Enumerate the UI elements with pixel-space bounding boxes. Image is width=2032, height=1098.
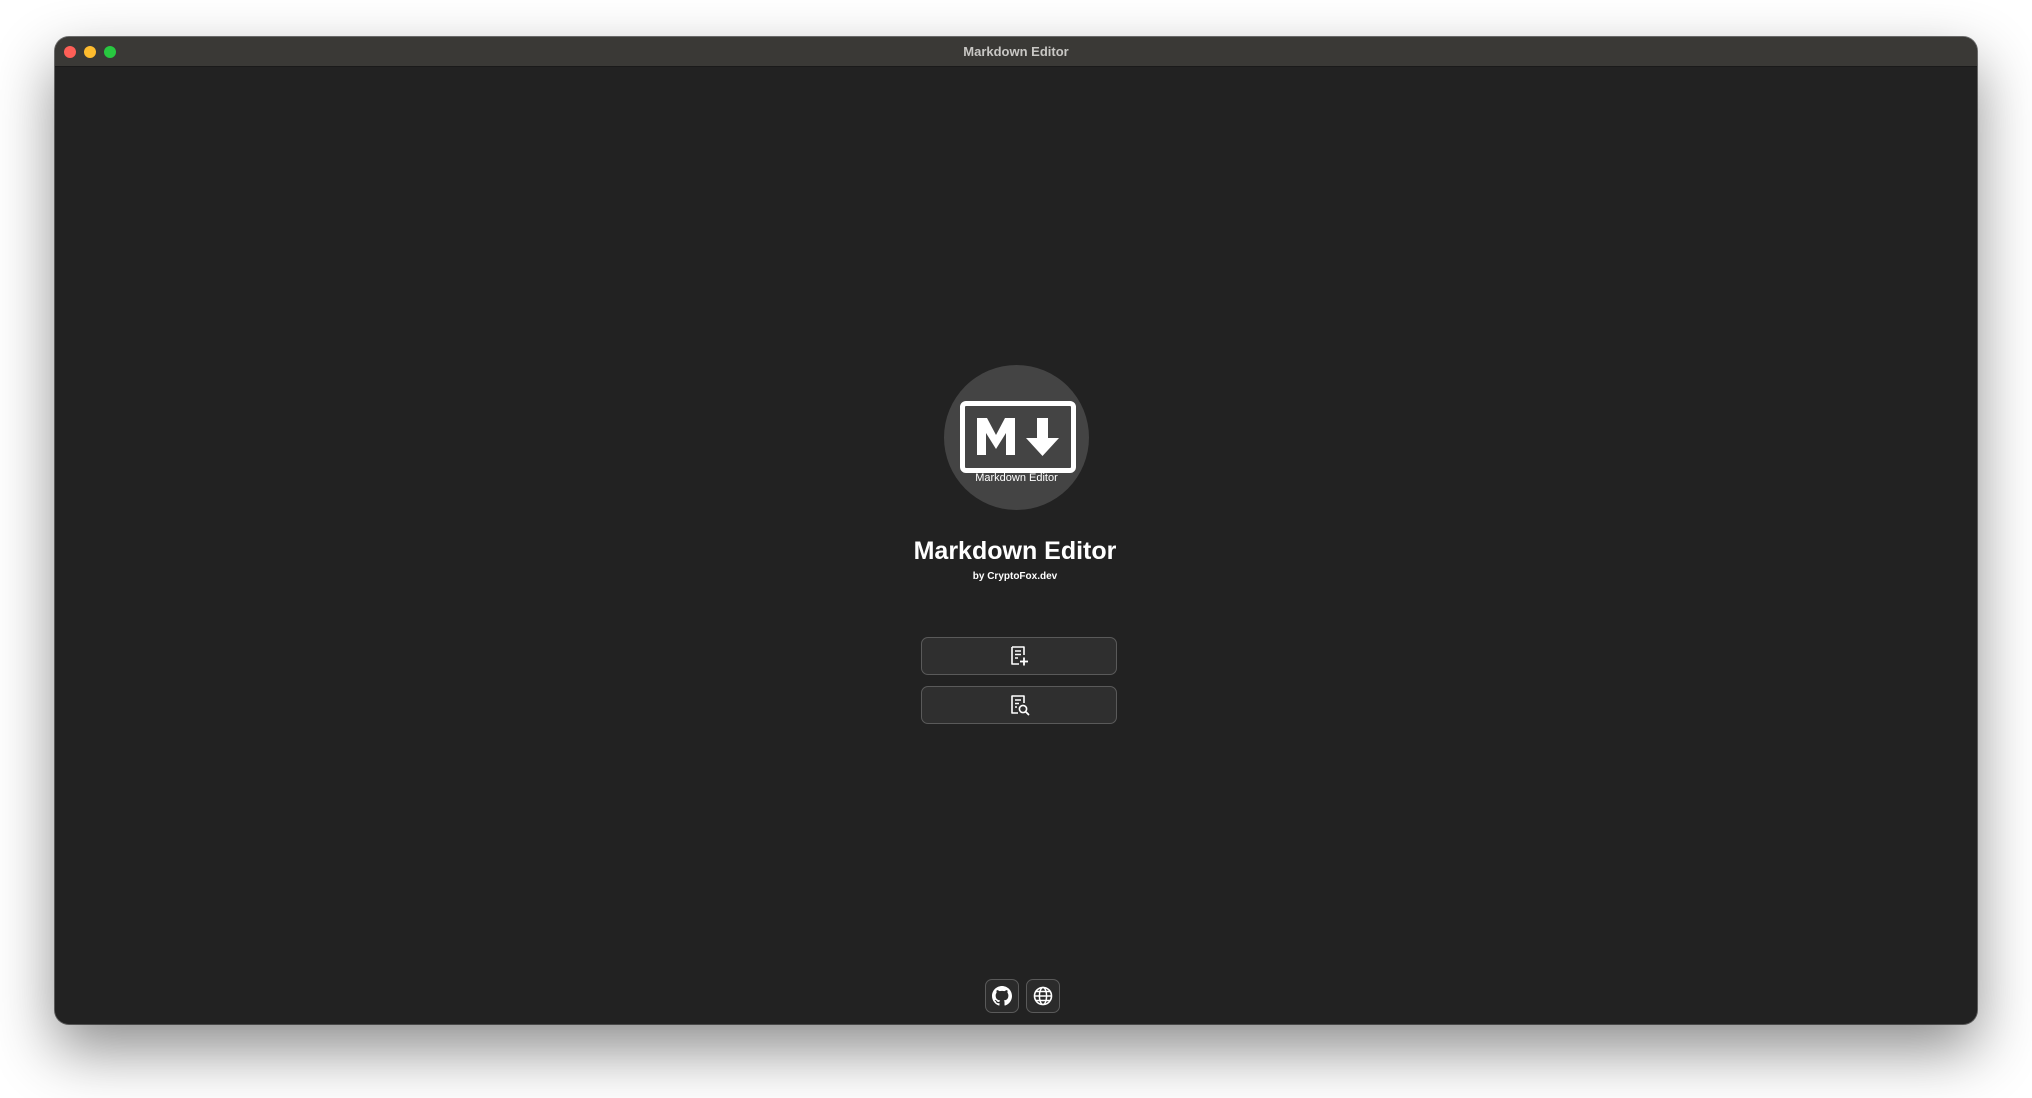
search-document-icon bbox=[1011, 695, 1030, 716]
globe-icon bbox=[1033, 986, 1053, 1006]
new-document-icon bbox=[1011, 646, 1028, 666]
github-button[interactable] bbox=[985, 979, 1019, 1013]
welcome-screen: Markdown Editor Markdown Editor by Crypt… bbox=[55, 67, 1977, 1024]
markdown-logo-icon bbox=[960, 401, 1076, 473]
app-logo: Markdown Editor bbox=[944, 365, 1089, 510]
github-icon bbox=[992, 986, 1012, 1006]
window-title: Markdown Editor bbox=[963, 44, 1069, 59]
app-title: Markdown Editor bbox=[913, 537, 1117, 565]
app-window: Markdown Editor Markdown Editor Markdown… bbox=[55, 37, 1977, 1024]
website-button[interactable] bbox=[1026, 979, 1060, 1013]
app-byline: by CryptoFox.dev bbox=[972, 571, 1058, 582]
logo-caption: Markdown Editor bbox=[975, 472, 1058, 484]
open-document-button[interactable] bbox=[921, 686, 1117, 724]
titlebar[interactable]: Markdown Editor bbox=[55, 37, 1977, 67]
markdown-mark-glyph bbox=[977, 418, 1059, 456]
new-document-button[interactable] bbox=[921, 637, 1117, 675]
